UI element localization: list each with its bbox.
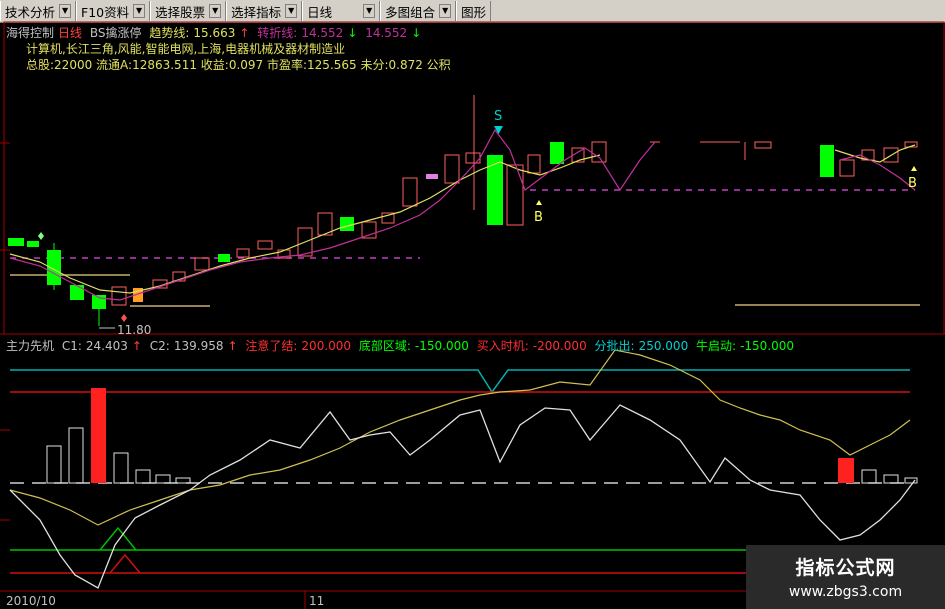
c1-value: 24.403 [85, 339, 128, 353]
turn-label: 转折线: [257, 26, 298, 40]
sell-marker: S [494, 109, 502, 124]
stock-fundamentals: 总股:22000 流通A:12863.511 收益:0.097 市盈率:125.… [26, 58, 451, 72]
turn-value: 14.552 [301, 26, 344, 40]
arrow-down-icon: ↓ [411, 26, 422, 40]
arrow-up-icon: ↑ [131, 339, 142, 353]
arrow-up-icon: ↑ [239, 26, 250, 40]
buy-marker: B [534, 210, 543, 225]
sub-header: 主力先机 C1: 24.403 ↑ C2: 139.958 ↑ 注意了结: 200.000… [6, 339, 795, 353]
watermark: 指标公式网 www.zbgs3.com [746, 545, 945, 609]
watermark-url: www.zbgs3.com [788, 584, 903, 600]
arrow-up-icon: ↑ [227, 339, 238, 353]
buy-marker-2: B [908, 176, 917, 191]
arrow-up-icon [536, 200, 542, 205]
diamond-icon [121, 314, 127, 322]
chart-canvas[interactable]: S B B 11.80 [0, 0, 945, 609]
c2-value: 139.958 [173, 339, 224, 353]
stock-name: 海得控制 [6, 26, 55, 40]
arrow-down-icon: ↓ [347, 26, 358, 40]
arrow-up-icon [911, 166, 917, 171]
turn-value-2: 14.552 [365, 26, 408, 40]
watermark-title: 指标公式网 [795, 557, 896, 579]
sub-indicator-name: 主力先机 [6, 339, 55, 353]
trend-value: 15.663 [193, 26, 236, 40]
date-axis-start: 2010/10 [6, 594, 56, 608]
period-label: 日线 [58, 26, 83, 40]
stock-sectors: 计算机,长江三角,风能,智能电网,上海,电器机械及器材制造业 [26, 42, 346, 56]
indicator-name: BS擒涨停 [89, 26, 142, 40]
main-header: 海得控制 日线 BS擒涨停 趋势线: 15.663 ↑ 转折线: 14.552 ↓ 14.… [6, 24, 425, 41]
trend-label: 趋势线: [149, 26, 190, 40]
low-price-label: 11.80 [117, 323, 151, 337]
date-axis-mark: 11 [309, 594, 325, 608]
diamond-icon [38, 232, 44, 240]
